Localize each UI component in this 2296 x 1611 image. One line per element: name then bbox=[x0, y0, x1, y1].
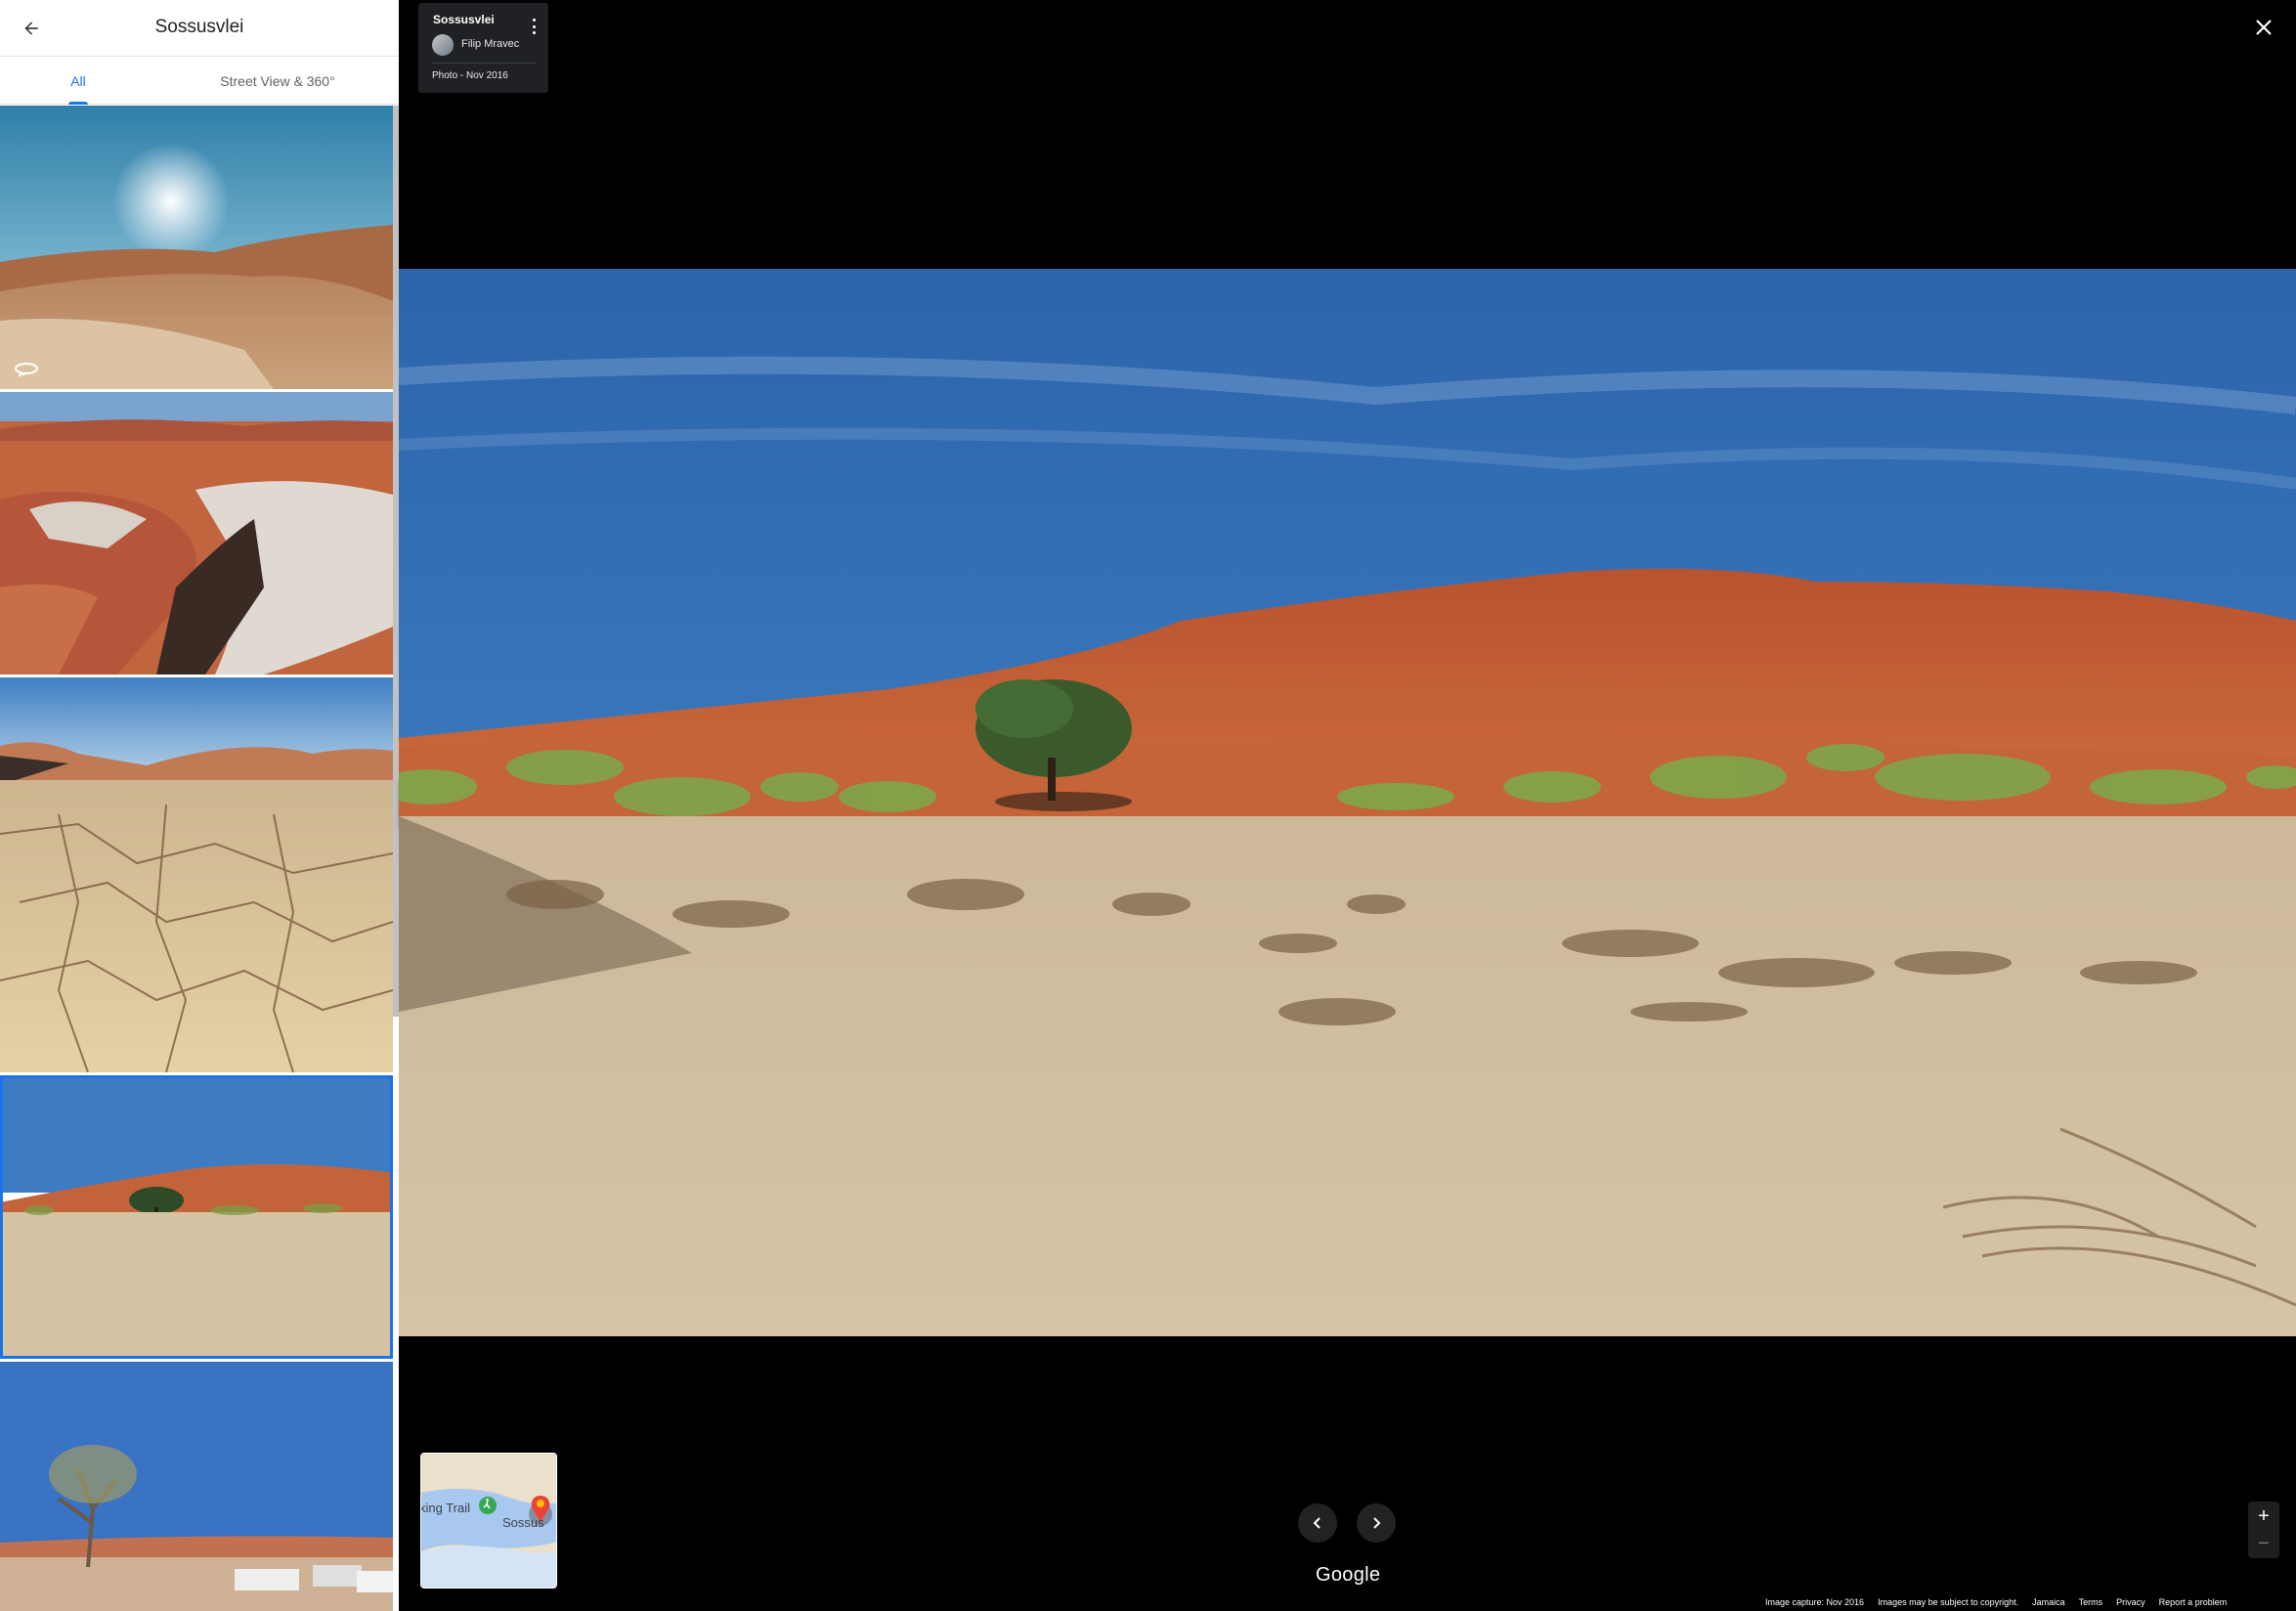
minimap-trail-label: king Trail bbox=[420, 1501, 471, 1515]
tab-all[interactable]: All bbox=[0, 58, 156, 105]
copyright-notice: Images may be subject to copyright. bbox=[1878, 1597, 2019, 1607]
photo-thumbnail-selected[interactable] bbox=[0, 1075, 393, 1359]
photo-place-name[interactable]: Sossusvlei bbox=[433, 13, 495, 26]
panorama-360-icon bbox=[15, 363, 38, 377]
sidebar-header: Sossusvlei bbox=[0, 0, 399, 57]
next-photo-button[interactable] bbox=[1357, 1503, 1396, 1543]
privacy-link[interactable]: Privacy bbox=[2116, 1597, 2145, 1611]
photo-thumbnail[interactable] bbox=[0, 677, 393, 1072]
author-avatar[interactable] bbox=[432, 34, 454, 56]
photo-thumbnail[interactable] bbox=[0, 1362, 393, 1611]
region-link[interactable]: Jamaica bbox=[2032, 1597, 2065, 1611]
zoom-in-button[interactable]: + bbox=[2248, 1503, 2279, 1529]
photo-thumbnail[interactable] bbox=[0, 392, 393, 675]
chevron-left-icon bbox=[1313, 1517, 1321, 1529]
zoom-out-button[interactable]: − bbox=[2248, 1531, 2279, 1556]
place-title: Sossusvlei bbox=[154, 17, 244, 37]
tab-street-view-360[interactable]: Street View & 360° bbox=[156, 58, 399, 105]
previous-photo-button[interactable] bbox=[1298, 1503, 1337, 1543]
image-capture-date: Image capture: Nov 2016 bbox=[1765, 1597, 1865, 1607]
photo-date: Photo - Nov 2016 bbox=[432, 70, 508, 81]
divider bbox=[432, 63, 536, 64]
close-icon bbox=[2256, 20, 2272, 35]
minimap-place-label: Sossus bbox=[502, 1515, 544, 1530]
photo-info-card: Sossusvlei Filip Mravec Photo - Nov 2016 bbox=[418, 3, 548, 93]
terms-link[interactable]: Terms bbox=[2079, 1597, 2103, 1611]
photo-sidebar: Sossusvlei All Street View & 360° bbox=[0, 0, 399, 1611]
close-button[interactable] bbox=[2248, 12, 2279, 43]
photo-thumbnail[interactable] bbox=[0, 106, 393, 389]
footer-bar: Image capture: Nov 2016 Images may be su… bbox=[1765, 1597, 2227, 1611]
zoom-controls: + − bbox=[2248, 1502, 2279, 1558]
minimap[interactable]: king Trail Sossus bbox=[420, 1453, 557, 1589]
main-photo[interactable] bbox=[399, 269, 2296, 1336]
more-vert-icon bbox=[532, 19, 536, 22]
photo-author[interactable]: Filip Mravec bbox=[461, 38, 519, 50]
chevron-right-icon bbox=[1373, 1517, 1381, 1529]
report-problem-link[interactable]: Report a problem bbox=[2159, 1597, 2228, 1611]
photo-tabs: All Street View & 360° bbox=[0, 58, 399, 105]
google-logo: Google bbox=[1316, 1564, 1381, 1586]
more-options-button[interactable] bbox=[527, 16, 541, 37]
